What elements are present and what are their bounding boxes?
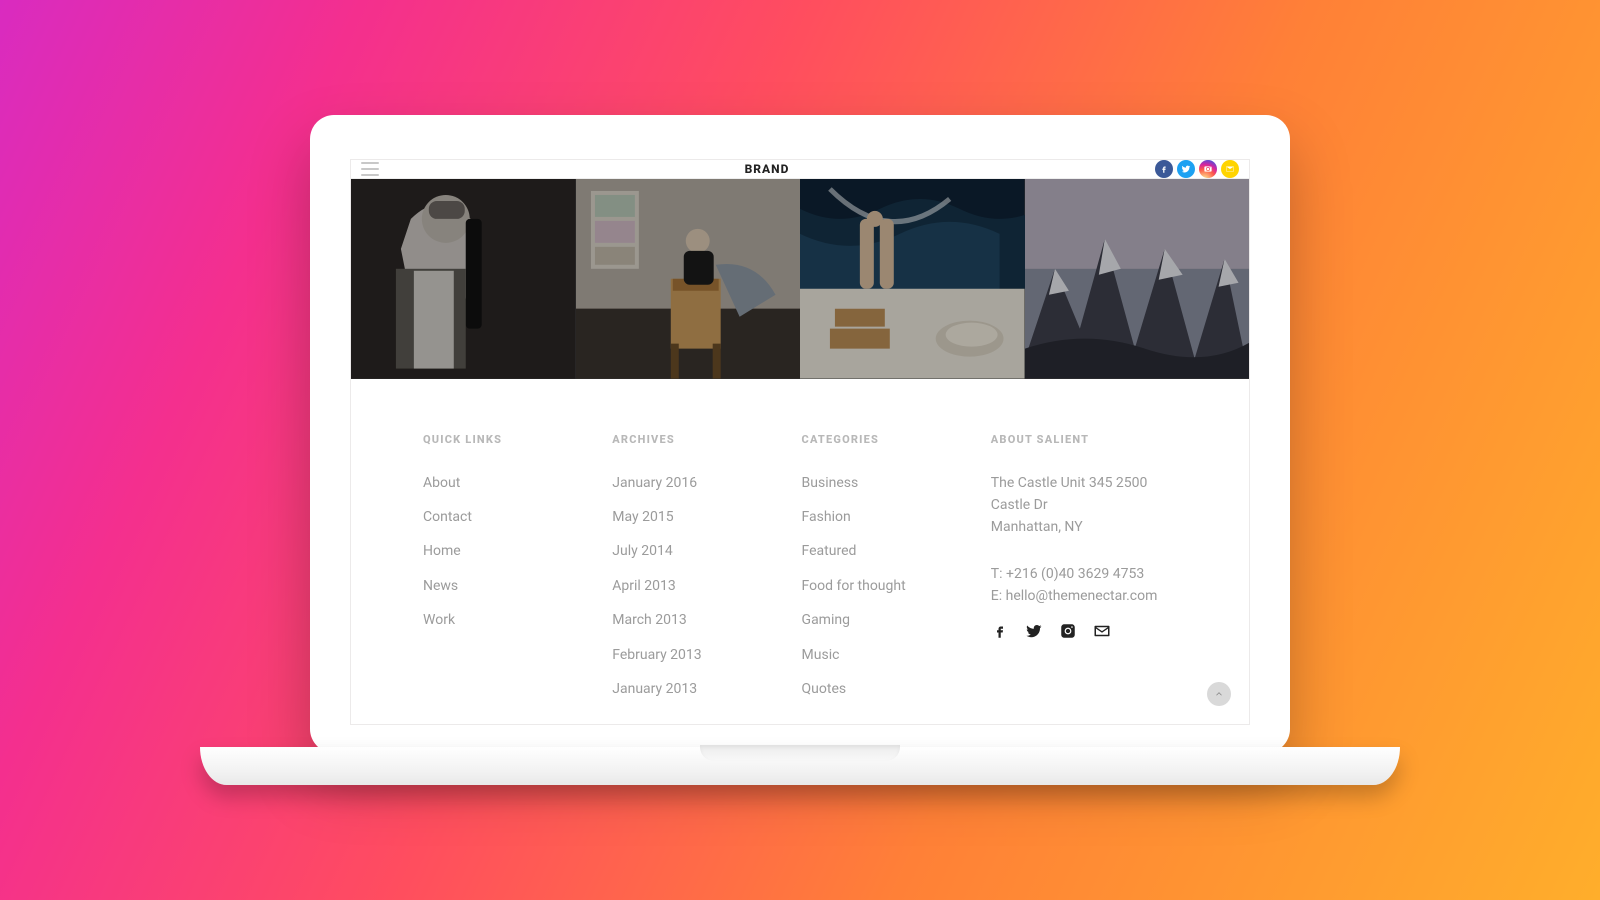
- brand-title[interactable]: BRAND: [745, 162, 790, 176]
- list-item[interactable]: July 2014: [612, 540, 781, 562]
- list-item[interactable]: January 2016: [612, 472, 781, 494]
- laptop-notch: [700, 745, 900, 761]
- list-item[interactable]: March 2013: [612, 609, 781, 631]
- list-item[interactable]: Featured: [802, 540, 971, 562]
- list-item[interactable]: January 2013: [612, 678, 781, 700]
- archives-column: ARCHIVES January 2016 May 2015 July 2014…: [612, 433, 781, 701]
- list-item[interactable]: About: [423, 472, 592, 494]
- list-item[interactable]: Fashion: [802, 506, 971, 528]
- column-heading: ABOUT SALIENT: [991, 433, 1177, 446]
- quick-links-column: QUICK LINKS About Contact Home News Work: [423, 433, 592, 701]
- quick-links-list: About Contact Home News Work: [423, 472, 592, 632]
- list-item[interactable]: Gaming: [802, 609, 971, 631]
- list-item[interactable]: Quotes: [802, 678, 971, 700]
- categories-column: CATEGORIES Business Fashion Featured Foo…: [802, 433, 971, 701]
- archives-list: January 2016 May 2015 July 2014 April 20…: [612, 472, 781, 701]
- gallery-item[interactable]: [576, 179, 801, 379]
- mail-icon[interactable]: [1221, 160, 1239, 178]
- column-heading: CATEGORIES: [802, 433, 971, 446]
- categories-list: Business Fashion Featured Food for thoug…: [802, 472, 971, 701]
- list-item[interactable]: Home: [423, 540, 592, 562]
- list-item[interactable]: Food for thought: [802, 575, 971, 597]
- list-item[interactable]: Contact: [423, 506, 592, 528]
- list-item[interactable]: News: [423, 575, 592, 597]
- image-gallery: [351, 179, 1249, 379]
- about-phone: T: +216 (0)40 3629 4753: [991, 563, 1177, 585]
- column-heading: ARCHIVES: [612, 433, 781, 446]
- list-item[interactable]: April 2013: [612, 575, 781, 597]
- gallery-item[interactable]: [800, 179, 1025, 379]
- chevron-up-icon: [1214, 689, 1224, 699]
- facebook-icon[interactable]: [1155, 160, 1173, 178]
- mail-icon[interactable]: [1093, 622, 1111, 640]
- scroll-top-button[interactable]: [1207, 682, 1231, 706]
- hamburger-icon[interactable]: [361, 162, 379, 176]
- about-address: The Castle Unit 345 2500 Castle Dr Manha…: [991, 472, 1177, 539]
- laptop-bezel: BRAND: [310, 115, 1290, 753]
- list-item[interactable]: Music: [802, 644, 971, 666]
- list-item[interactable]: May 2015: [612, 506, 781, 528]
- laptop-base: [200, 747, 1400, 785]
- social-row: [1155, 160, 1239, 178]
- footer-social-row: [991, 622, 1177, 640]
- facebook-icon[interactable]: [991, 622, 1009, 640]
- twitter-icon[interactable]: [1025, 622, 1043, 640]
- instagram-icon[interactable]: [1199, 160, 1217, 178]
- footer-columns: QUICK LINKS About Contact Home News Work…: [351, 379, 1249, 725]
- laptop-mockup: BRAND: [310, 115, 1290, 785]
- column-heading: QUICK LINKS: [423, 433, 592, 446]
- gallery-item[interactable]: [1025, 179, 1250, 379]
- website-screen: BRAND: [350, 159, 1250, 725]
- list-item[interactable]: February 2013: [612, 644, 781, 666]
- about-email: E: hello@themenectar.com: [991, 585, 1177, 607]
- gallery-item[interactable]: [351, 179, 576, 379]
- about-text: The Castle Unit 345 2500 Castle Dr Manha…: [991, 472, 1177, 608]
- list-item[interactable]: Business: [802, 472, 971, 494]
- twitter-icon[interactable]: [1177, 160, 1195, 178]
- list-item[interactable]: Work: [423, 609, 592, 631]
- instagram-icon[interactable]: [1059, 622, 1077, 640]
- about-column: ABOUT SALIENT The Castle Unit 345 2500 C…: [991, 433, 1177, 701]
- topbar: BRAND: [351, 160, 1249, 179]
